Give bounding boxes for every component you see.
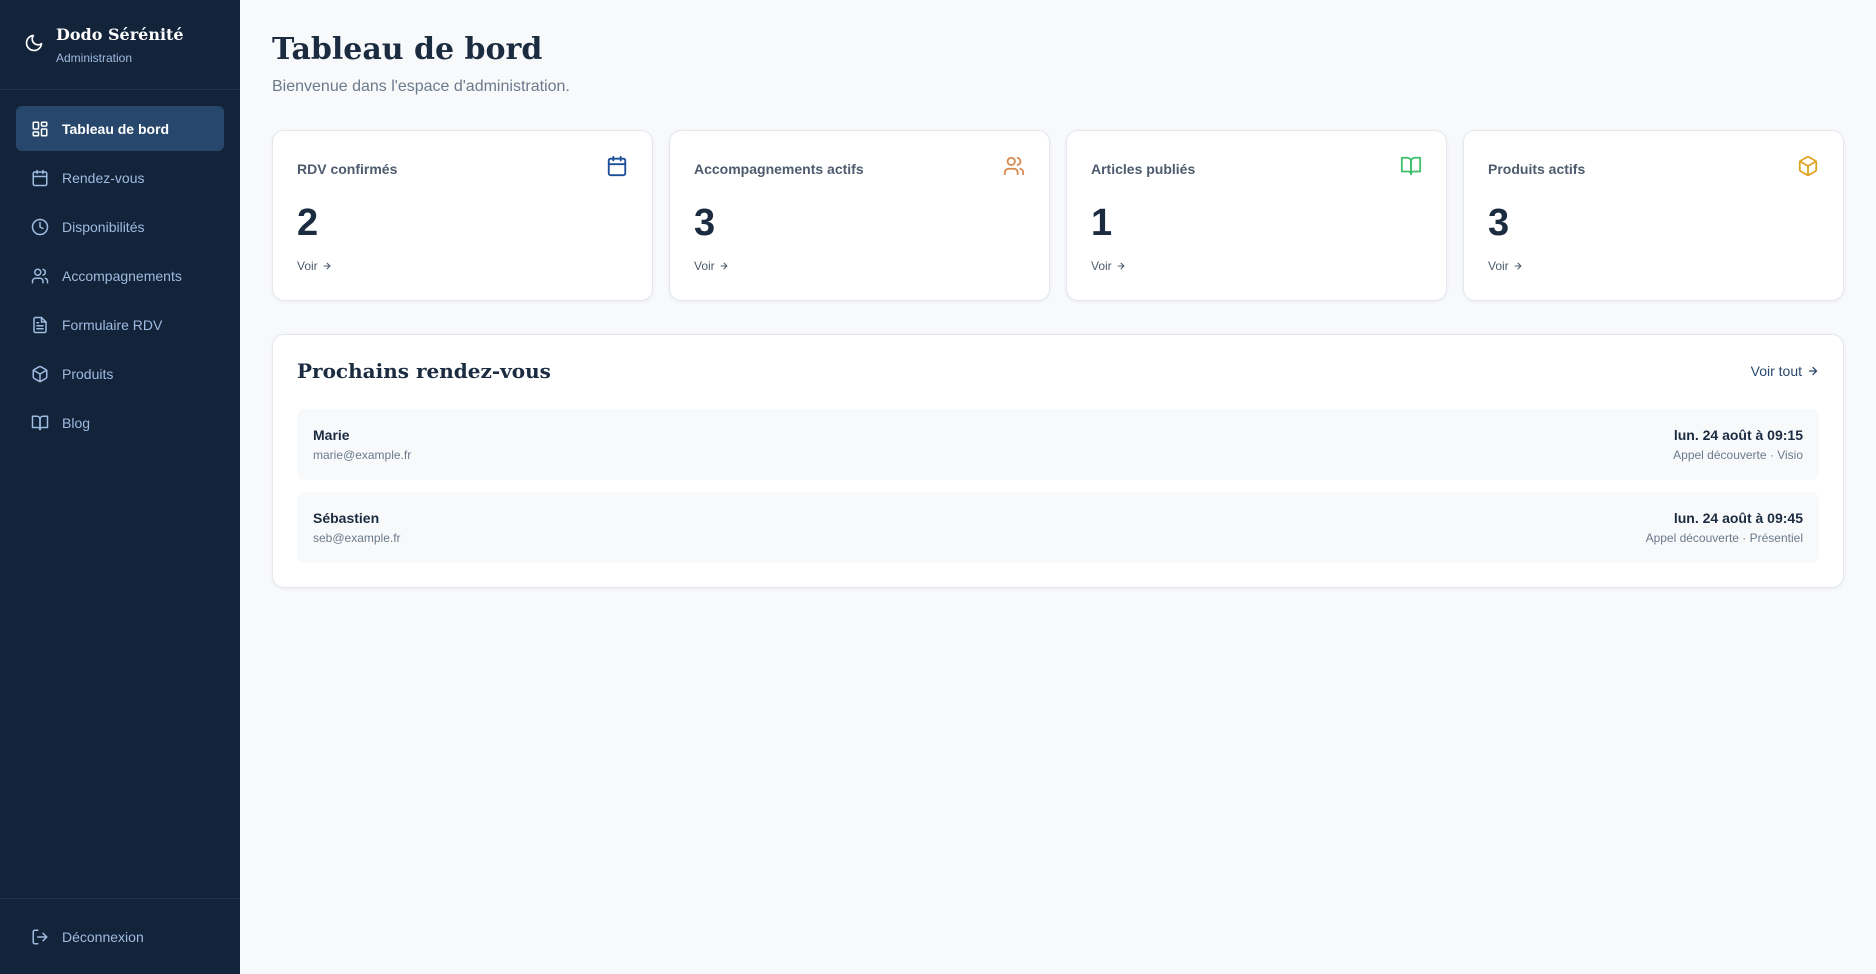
stat-view-link[interactable]: Voir [1488,259,1523,273]
brand-text: Dodo Sérénité Administration [56,25,184,65]
calendar-icon [607,155,627,177]
stat-link-label: Voir [694,259,715,273]
arrow-right-icon [323,262,331,270]
appointment-details: lun. 24 août à 09:45 Appel découverte · … [1646,510,1803,545]
arrow-right-icon [1117,262,1125,270]
clock-icon [31,218,49,235]
moon-icon [25,34,43,51]
stat-view-link[interactable]: Voir [1091,259,1126,273]
appointments-title: Prochains rendez-vous [297,359,551,383]
stat-label: Produits actifs [1488,161,1586,177]
stat-card-confirmed-appointments: RDV confirmés 2 Voir [272,130,653,301]
stat-label: Articles publiés [1091,161,1196,177]
appointment-date: lun. 24 août à 09:15 [1673,427,1803,443]
appointment-row[interactable]: Sébastien seb@example.fr lun. 24 août à … [297,492,1819,563]
stat-label: RDV confirmés [297,161,398,177]
upcoming-appointments-panel: Prochains rendez-vous Voir tout Marie ma… [272,334,1844,588]
logout-label: Déconnexion [62,928,144,945]
stat-view-link[interactable]: Voir [297,259,332,273]
stat-link-label: Voir [1488,259,1509,273]
appointment-row[interactable]: Marie marie@example.fr lun. 24 août à 09… [297,409,1819,480]
sidebar-item-label: Tableau de bord [62,120,170,137]
arrow-right-icon [1808,366,1818,376]
main-content: Tableau de bord Bienvenue dans l'espace … [240,0,1876,974]
arrow-right-icon [720,262,728,270]
page-subtitle: Bienvenue dans l'espace d'administration… [272,78,570,95]
appointment-date: lun. 24 août à 09:45 [1673,510,1803,526]
sidebar-item-appointment-form[interactable]: Formulaire RDV [16,302,224,347]
sidebar-item-appointments[interactable]: Rendez-vous [16,155,224,200]
calendar-icon [32,169,48,186]
sidebar-item-products[interactable]: Produits [16,351,224,396]
stat-link-label: Voir [1091,259,1112,273]
sidebar-item-availability[interactable]: Disponibilités [16,204,224,249]
sidebar-item-accompaniments[interactable]: Accompagnements [16,253,224,298]
appointment-client: Sébastien seb@example.fr [313,510,401,545]
see-all-label: Voir tout [1750,363,1802,379]
appointments-header: Prochains rendez-vous Voir tout [297,359,1819,383]
sidebar-item-blog[interactable]: Blog [16,400,224,445]
stat-value: 3 [1488,202,1510,244]
stats-row: RDV confirmés 2 Voir Accompagnements act… [272,130,1844,301]
brand-header: Dodo Sérénité Administration [0,0,240,90]
book-icon [1400,156,1422,176]
document-icon [33,316,47,333]
appointment-details: lun. 24 août à 09:15 Appel découverte · … [1673,427,1803,462]
appointment-email: marie@example.fr [313,448,412,462]
package-icon [32,365,48,382]
appointment-name: Sébastien [313,510,380,526]
book-icon [31,415,49,430]
stat-view-link[interactable]: Voir [694,259,729,273]
logout-icon [32,929,48,944]
see-all-link[interactable]: Voir tout [1751,363,1819,379]
appointment-email: seb@example.fr [313,531,401,545]
sidebar-item-label: Accompagnements [62,267,182,284]
users-icon [31,268,49,283]
sidebar-nav: Tableau de bord Rendez-vous Disponibilit… [0,90,240,898]
stat-card-active-products: Produits actifs 3 Voir [1463,130,1844,301]
sidebar-item-label: Formulaire RDV [62,316,163,333]
appointment-type: Appel découverte · Présentiel [1645,531,1803,545]
logout-button[interactable]: Déconnexion [31,928,144,946]
brand-title: Dodo Sérénité [56,24,184,44]
stat-card-published-articles: Articles publiés 1 Voir [1066,130,1447,301]
brand-subtitle: Administration [56,50,133,65]
stat-value: 3 [694,202,716,244]
users-icon [1003,156,1025,176]
appointment-client: Marie marie@example.fr [313,427,411,462]
stat-label: Accompagnements actifs [694,161,864,177]
sidebar-item-label: Disponibilités [62,218,145,235]
stat-value: 1 [1091,202,1113,244]
sidebar-item-label: Produits [62,365,114,382]
stat-card-active-accompaniments: Accompagnements actifs 3 Voir [669,130,1050,301]
dashboard-icon [32,121,48,136]
appointments-list: Marie marie@example.fr lun. 24 août à 09… [297,409,1819,563]
arrow-right-icon [1514,262,1522,270]
sidebar-footer: Déconnexion [0,898,240,974]
appointment-name: Marie [313,427,350,443]
page-title: Tableau de bord [272,32,543,67]
sidebar: Dodo Sérénité Administration Tableau de … [0,0,240,974]
appointment-type: Appel découverte · Visio [1673,448,1803,462]
package-icon [1798,155,1818,177]
sidebar-item-dashboard[interactable]: Tableau de bord [16,106,224,151]
sidebar-item-label: Rendez-vous [62,169,145,186]
stat-link-label: Voir [297,259,318,273]
sidebar-item-label: Blog [62,414,91,431]
stat-value: 2 [297,202,319,244]
